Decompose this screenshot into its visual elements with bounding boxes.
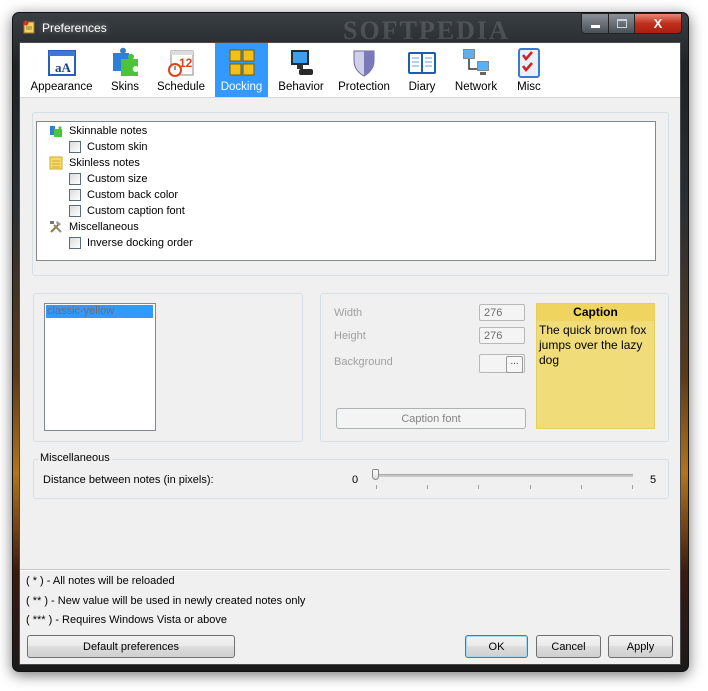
- tree-group-skinless[interactable]: Skinless notes: [49, 155, 140, 171]
- tree-group-label: Miscellaneous: [69, 221, 139, 233]
- category-toolbar: aA Appearance Skins 12 Schedule Docking …: [20, 43, 680, 98]
- minimize-button[interactable]: [581, 13, 609, 34]
- title-bar[interactable]: Preferences SOFTPEDIA X: [13, 13, 688, 45]
- tab-label: Docking: [220, 81, 263, 93]
- footnote-vista: ( *** ) - Requires Windows Vista or abov…: [26, 614, 227, 626]
- background-color-field[interactable]: ...: [479, 354, 525, 373]
- tab-docking[interactable]: Docking: [215, 43, 268, 97]
- checkbox[interactable]: [69, 141, 81, 153]
- cancel-button[interactable]: Cancel: [536, 635, 601, 658]
- checkbox-label: Custom back color: [87, 189, 179, 201]
- footnote-new-notes: ( ** ) - New value will be used in newly…: [26, 595, 306, 607]
- note-preview-caption: Caption: [537, 304, 654, 321]
- tab-label: Diary: [408, 81, 436, 93]
- slider-tick: [427, 485, 429, 489]
- tab-label: Network: [454, 81, 498, 93]
- distance-slider-thumb[interactable]: [372, 469, 379, 480]
- apply-button[interactable]: Apply: [608, 635, 673, 658]
- custom-caption-font-checkbox[interactable]: Custom caption font: [69, 203, 185, 219]
- tab-network[interactable]: Network: [450, 43, 502, 97]
- puzzle-icon: [113, 47, 138, 76]
- network-icon: [463, 49, 489, 75]
- tab-misc[interactable]: Misc: [510, 43, 548, 97]
- note-preview: Caption The quick brown fox jumps over t…: [536, 303, 655, 429]
- background-browse-button[interactable]: ...: [506, 356, 523, 373]
- tab-protection[interactable]: Protection: [333, 43, 395, 97]
- minimize-icon: [590, 24, 600, 28]
- puzzle-icon: [50, 126, 62, 137]
- book-icon: [408, 52, 436, 74]
- options-tree: Skinnable notes Custom skin Skinless not…: [36, 121, 656, 261]
- checklist-icon: [518, 48, 540, 78]
- custom-size-checkbox[interactable]: Custom size: [69, 171, 148, 187]
- svg-text:aA: aA: [55, 60, 72, 75]
- checkbox-label: Custom caption font: [87, 205, 185, 217]
- ok-button[interactable]: OK: [465, 635, 528, 658]
- tab-schedule[interactable]: 12 Schedule: [154, 43, 208, 97]
- tab-behavior[interactable]: Behavior: [276, 43, 326, 97]
- tree-group-label: Skinless notes: [69, 157, 140, 169]
- appearance-icon: aA: [47, 50, 76, 76]
- caption-font-button[interactable]: Caption font: [336, 408, 526, 429]
- separator: [20, 569, 670, 571]
- tab-label: Appearance: [30, 81, 93, 93]
- misc-group-title: Miscellaneous: [38, 452, 112, 464]
- custom-skin-checkbox[interactable]: Custom skin: [69, 139, 148, 155]
- close-icon: X: [653, 16, 663, 31]
- background-label: Background: [334, 356, 393, 368]
- tree-group-miscellaneous[interactable]: Miscellaneous: [49, 219, 139, 235]
- checkbox[interactable]: [69, 189, 81, 201]
- slider-tick: [478, 485, 480, 489]
- window-title: Preferences: [42, 21, 107, 35]
- width-input[interactable]: 276: [479, 304, 525, 321]
- tab-label: Behavior: [278, 81, 324, 93]
- distance-slider-track[interactable]: [375, 474, 633, 477]
- checkbox-label: Inverse docking order: [87, 237, 193, 249]
- tree-group-skinnable[interactable]: Skinnable notes: [49, 123, 147, 139]
- tab-label: Schedule: [157, 81, 205, 93]
- note-icon: [49, 156, 63, 170]
- tab-label: Skins: [110, 81, 140, 93]
- checkbox-label: Custom skin: [87, 141, 148, 153]
- distance-label: Distance between notes (in pixels):: [43, 474, 214, 486]
- slider-tick: [529, 485, 531, 489]
- maximize-button[interactable]: [609, 13, 635, 34]
- checkbox[interactable]: [69, 205, 81, 217]
- tab-label: Protection: [338, 81, 390, 93]
- footnote-reload: ( * ) - All notes will be reloaded: [26, 575, 175, 587]
- close-button[interactable]: X: [635, 13, 682, 34]
- slider-min-label: 0: [352, 474, 359, 486]
- docking-grid-icon: [229, 49, 254, 76]
- custom-back-color-checkbox[interactable]: Custom back color: [69, 187, 178, 203]
- checkbox[interactable]: [69, 237, 81, 249]
- checkbox[interactable]: [69, 173, 81, 185]
- height-label: Height: [334, 330, 366, 342]
- note-preview-body: The quick brown fox jumps over the lazy …: [539, 323, 647, 367]
- tab-appearance[interactable]: aA Appearance: [28, 43, 95, 97]
- checkbox-label: Custom size: [87, 173, 148, 185]
- inverse-docking-order-checkbox[interactable]: Inverse docking order: [69, 235, 193, 251]
- tab-diary[interactable]: Diary: [402, 43, 442, 97]
- slider-tick: [580, 485, 582, 489]
- skin-list-item[interactable]: classic-yellow: [46, 305, 153, 318]
- skin-listbox[interactable]: classic-yellow: [44, 303, 156, 431]
- tab-skins[interactable]: Skins: [103, 43, 147, 97]
- height-input[interactable]: 276: [479, 327, 525, 344]
- tools-icon: [50, 221, 62, 233]
- app-icon: [23, 20, 35, 34]
- maximize-icon: [616, 19, 627, 28]
- width-label: Width: [334, 307, 363, 319]
- slider-max-label: 5: [650, 474, 657, 486]
- calendar-alarm-icon: 12: [168, 50, 194, 77]
- tree-group-label: Skinnable notes: [69, 125, 148, 137]
- default-preferences-button[interactable]: Default preferences: [27, 635, 235, 658]
- slider-tick: [376, 485, 377, 489]
- computer-icon: [291, 50, 313, 75]
- tab-label: Misc: [517, 81, 541, 93]
- slider-tick: [632, 485, 633, 489]
- shield-icon: [353, 50, 375, 77]
